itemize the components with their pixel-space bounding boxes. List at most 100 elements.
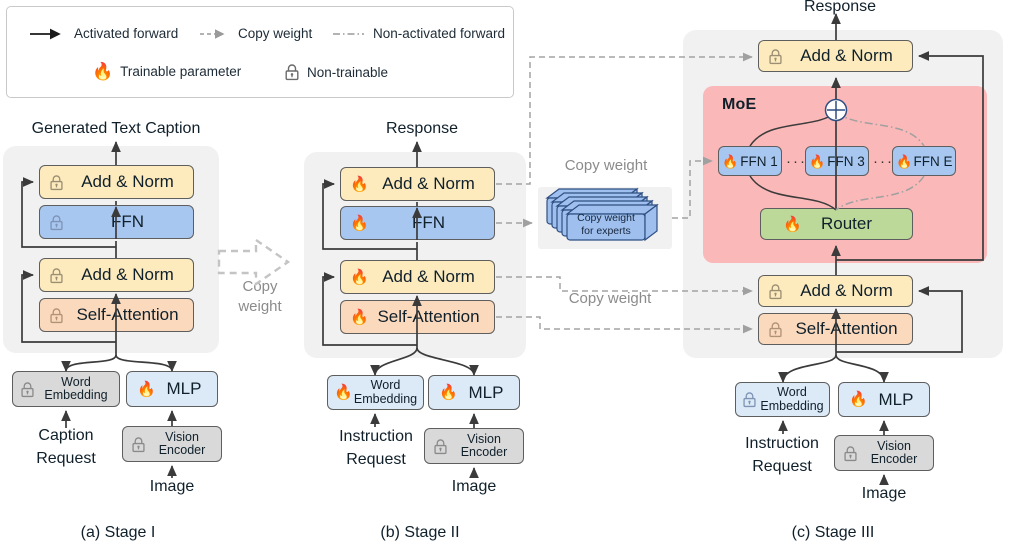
stage1-add-norm-bottom: Add & Norm	[39, 258, 194, 292]
lock-icon	[433, 438, 448, 455]
legend-item-copy-weight: Copy weight	[199, 26, 312, 41]
we-line2: Embedding	[353, 391, 418, 406]
stage2-add-norm-top: 🔥 Add & Norm	[340, 167, 495, 201]
legend-box: Activated forward Copy weight Non-activa…	[6, 6, 514, 98]
legend-label-non-trainable: Non-trainable	[307, 64, 389, 80]
legend-item-trainable-parameter: 🔥 Trainable parameter	[92, 63, 241, 80]
lock-icon	[49, 307, 64, 324]
dashed-arrow-icon	[199, 28, 231, 40]
cw-line1: Copy	[242, 278, 278, 295]
stage1-vision-encoder-label: Vision Encoder	[139, 429, 206, 458]
stage3-add-norm-top: Add & Norm	[758, 40, 913, 72]
lock-icon	[131, 436, 146, 453]
ve-line1: Vision	[467, 431, 501, 446]
stage1-ffn-label: FFN	[110, 212, 145, 231]
stage3-self-attention: Self-Attention	[758, 313, 913, 345]
flame-icon: 🔥	[137, 380, 156, 398]
flame-icon: 🔥	[439, 384, 458, 401]
stage2-output-label: Response	[385, 120, 459, 137]
in-line1: Caption	[38, 427, 94, 444]
we-line2: Embedding	[760, 398, 824, 413]
lock-icon	[768, 321, 783, 338]
lock-icon	[768, 48, 783, 65]
stage1-input-label: Caption Request	[14, 424, 118, 470]
stage2-ffn: 🔥 FFN	[340, 206, 495, 240]
copy-weight-bottom-label: Copy weight	[568, 290, 652, 307]
stage3-caption: (c) Stage III	[791, 524, 875, 541]
stage1-add-norm-bottom-label: Add & Norm	[81, 265, 174, 284]
flame-icon: 🔥	[896, 153, 913, 169]
ve-line1: Vision	[165, 429, 199, 444]
copy-weight-top-label: Copy weight	[564, 157, 648, 174]
flame-icon: 🔥	[849, 391, 868, 408]
stage1-add-norm-top: Add & Norm	[39, 165, 194, 199]
stage1-self-attention: Self-Attention	[39, 298, 194, 332]
legend-item-activated-forward: Activated forward	[29, 26, 178, 41]
stage1-output-label: Generated Text Caption	[31, 120, 201, 137]
stage3-self-attention-label: Self-Attention	[795, 319, 898, 338]
in-line2: Request	[346, 451, 406, 468]
flame-icon: 🔥	[809, 153, 826, 169]
flame-icon: 🔥	[350, 268, 369, 286]
stage3-add-norm-bottom: Add & Norm	[758, 275, 913, 307]
stage2-input-label: Instruction Request	[317, 425, 435, 471]
ve-line2: Encoder	[158, 443, 206, 457]
stage2-mlp: 🔥 MLP	[428, 375, 520, 410]
stage3-image-label: Image	[861, 485, 907, 502]
legend-item-non-trainable: Non-trainable	[284, 63, 388, 81]
ve-line1: Vision	[877, 438, 911, 453]
stage2-add-norm-bottom: 🔥 Add & Norm	[340, 260, 495, 294]
flame-icon: 🔥	[334, 384, 353, 401]
stage1-word-embedding-label: Word Embedding	[24, 374, 107, 403]
flame-icon: 🔥	[722, 153, 739, 169]
stage1-to-stage2-label: Copy weight	[215, 277, 305, 317]
stage3-vision-encoder: Vision Encoder	[834, 435, 934, 471]
legend-label-trainable-parameter: Trainable parameter	[120, 64, 242, 79]
stage2-add-norm-top-label: Add & Norm	[382, 174, 475, 193]
legend-item-non-activated-forward: Non-activated forward	[332, 26, 505, 41]
stage3-router: 🔥 Router	[760, 208, 913, 240]
stage2-vision-encoder: Vision Encoder	[424, 428, 524, 464]
stage1-word-embedding: Word Embedding	[12, 371, 120, 407]
cw-line2: weight	[238, 298, 282, 315]
lock-icon	[843, 445, 858, 462]
lock-icon	[742, 391, 757, 408]
expert-ellipsis-1: ···	[786, 153, 807, 170]
ve-line2: Encoder	[870, 452, 918, 466]
flame-icon: 🔥	[350, 308, 369, 326]
stage3-word-embedding: Word Embedding	[735, 382, 830, 417]
we-line1: Word	[61, 374, 91, 389]
stage3-input-label: Instruction Request	[722, 432, 842, 478]
stage3-router-label: Router	[820, 214, 873, 233]
legend-label-activated-forward: Activated forward	[74, 26, 179, 41]
stage3-ffn-e: 🔥 FFN E	[892, 146, 956, 176]
lock-icon	[20, 381, 35, 398]
stage3-add-norm-bottom-label: Add & Norm	[800, 281, 893, 300]
flame-icon: 🔥	[350, 214, 369, 232]
stage3-ffn-1: 🔥 FFN 1	[718, 146, 782, 176]
ve-line2: Encoder	[460, 445, 508, 459]
stage2-word-embedding: 🔥 Word Embedding	[327, 375, 424, 410]
expert-ellipsis-2: ···	[873, 153, 894, 170]
stage3-add-norm-top-label: Add & Norm	[800, 46, 893, 65]
stage1-self-attention-label: Self-Attention	[76, 305, 179, 324]
experts-stack-backdrop	[538, 187, 672, 249]
stage3-mlp: 🔥 MLP	[838, 382, 930, 417]
in-line1: Instruction	[339, 428, 413, 445]
moe-label: MoE	[722, 96, 757, 113]
stage1-caption: (a) Stage I	[80, 524, 156, 541]
stage1-vision-encoder: Vision Encoder	[122, 426, 222, 462]
flame-icon: 🔥	[92, 62, 114, 81]
stage1-ffn: FFN	[39, 205, 194, 239]
flame-icon: 🔥	[783, 215, 802, 233]
lock-icon	[49, 214, 64, 231]
stage2-self-attention: 🔥 Self-Attention	[340, 300, 495, 334]
stage2-vision-encoder-label: Vision Encoder	[441, 431, 508, 460]
flame-icon: 🔥	[350, 175, 369, 193]
in-line1: Instruction	[745, 435, 819, 452]
in-line2: Request	[36, 450, 96, 467]
stage1-image-label: Image	[149, 478, 195, 495]
legend-label-copy-weight: Copy weight	[238, 26, 313, 41]
we-line1: Word	[370, 378, 401, 392]
stage2-add-norm-bottom-label: Add & Norm	[382, 267, 475, 286]
